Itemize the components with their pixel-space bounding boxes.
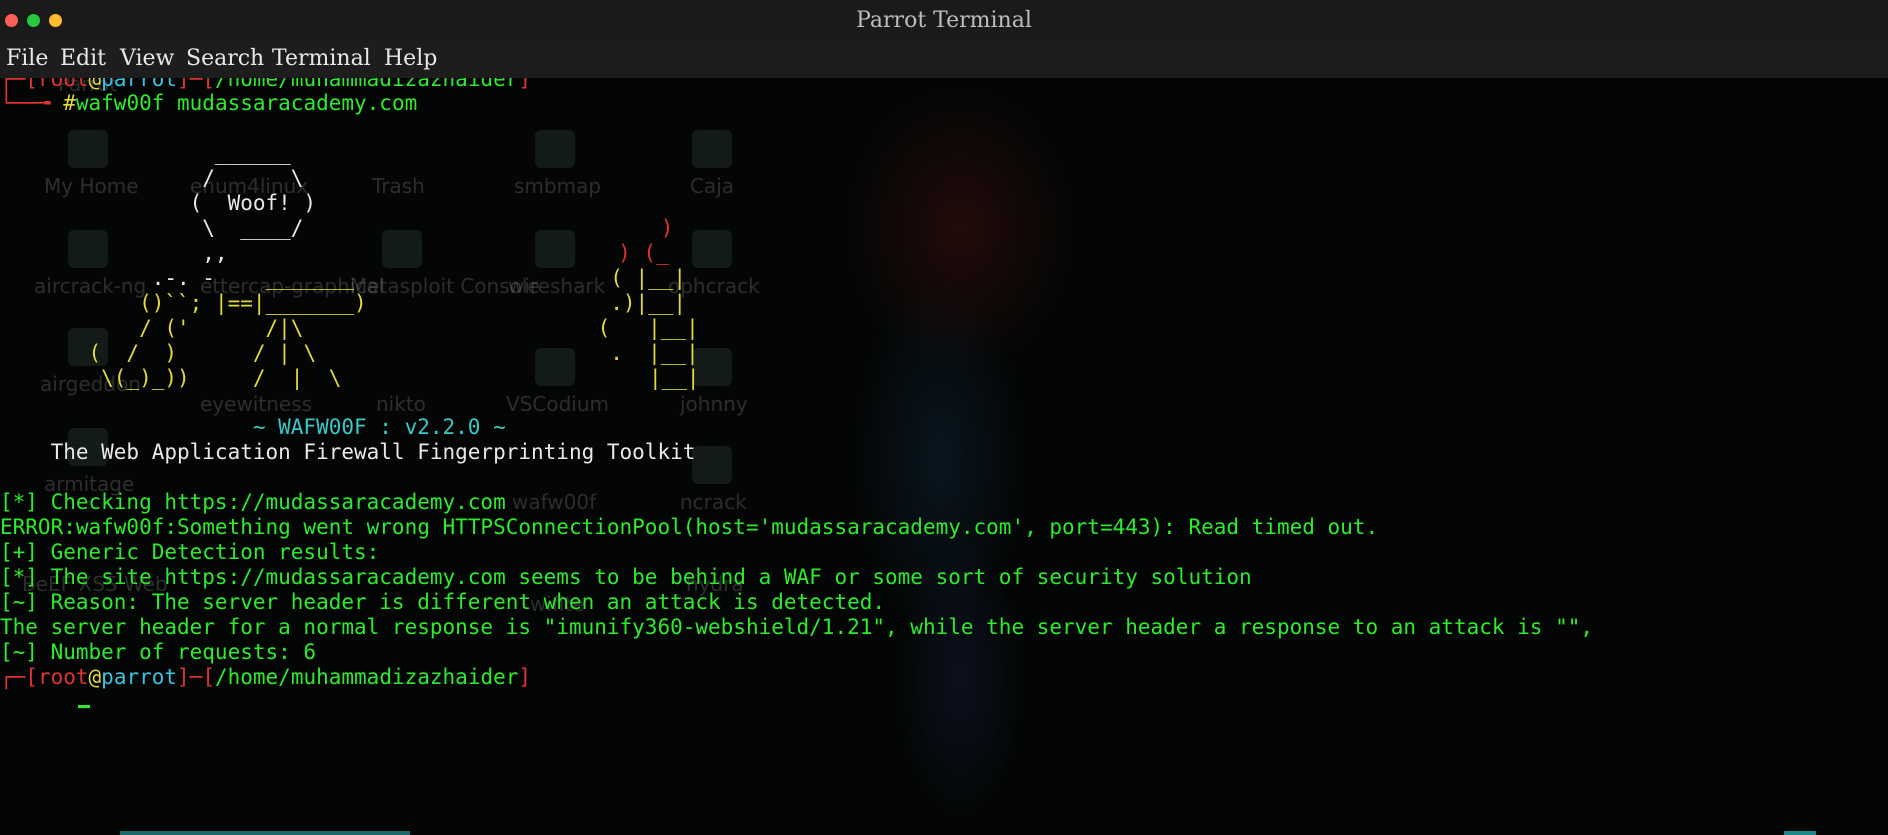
- smbmap-icon: [535, 130, 575, 168]
- terminal-area[interactable]: Parrot My Home enum4linux Trash smbmap C…: [0, 78, 1888, 835]
- title-bar: Parrot Terminal: [0, 0, 1888, 40]
- command-line: └──╼ #wafw00f mudassaracademy.com: [0, 91, 418, 115]
- ophcrack-icon: [692, 230, 732, 268]
- menu-view[interactable]: View: [120, 46, 174, 71]
- menu-file[interactable]: File: [6, 46, 48, 71]
- ncrack-icon: [692, 446, 732, 484]
- menu-bar: File Edit View Search Terminal Help: [0, 40, 1888, 78]
- cursor: [78, 678, 90, 708]
- desktop-label-wafw00f: wafw00f: [512, 490, 597, 514]
- desktop-label-caja: Caja: [690, 174, 735, 198]
- menu-search[interactable]: Search: [186, 46, 264, 71]
- caja-icon: [692, 130, 732, 168]
- toolkit-subtitle: The Web Application Firewall Fingerprint…: [0, 440, 696, 464]
- menu-help[interactable]: Help: [384, 46, 437, 71]
- command-text: wafw00f mudassaracademy.com: [75, 91, 418, 115]
- menu-terminal[interactable]: Terminal: [272, 46, 371, 71]
- desktop-label-smbmap: smbmap: [514, 174, 602, 198]
- menu-edit[interactable]: Edit: [60, 46, 106, 71]
- parrot-wallpaper: [820, 78, 1180, 835]
- window-title: Parrot Terminal: [856, 8, 1032, 33]
- horizontal-scrollbar[interactable]: [120, 831, 410, 835]
- desktop-label-trash: Trash: [372, 174, 425, 198]
- desktop-label-ncrack: ncrack: [680, 490, 747, 514]
- scrollbar-handle[interactable]: [1784, 831, 1816, 835]
- ascii-art-building: |__|: [80, 366, 700, 390]
- desktop-label-vscodium: VSCodium: [506, 392, 609, 416]
- desktop-label-johnny: johnny: [680, 392, 748, 416]
